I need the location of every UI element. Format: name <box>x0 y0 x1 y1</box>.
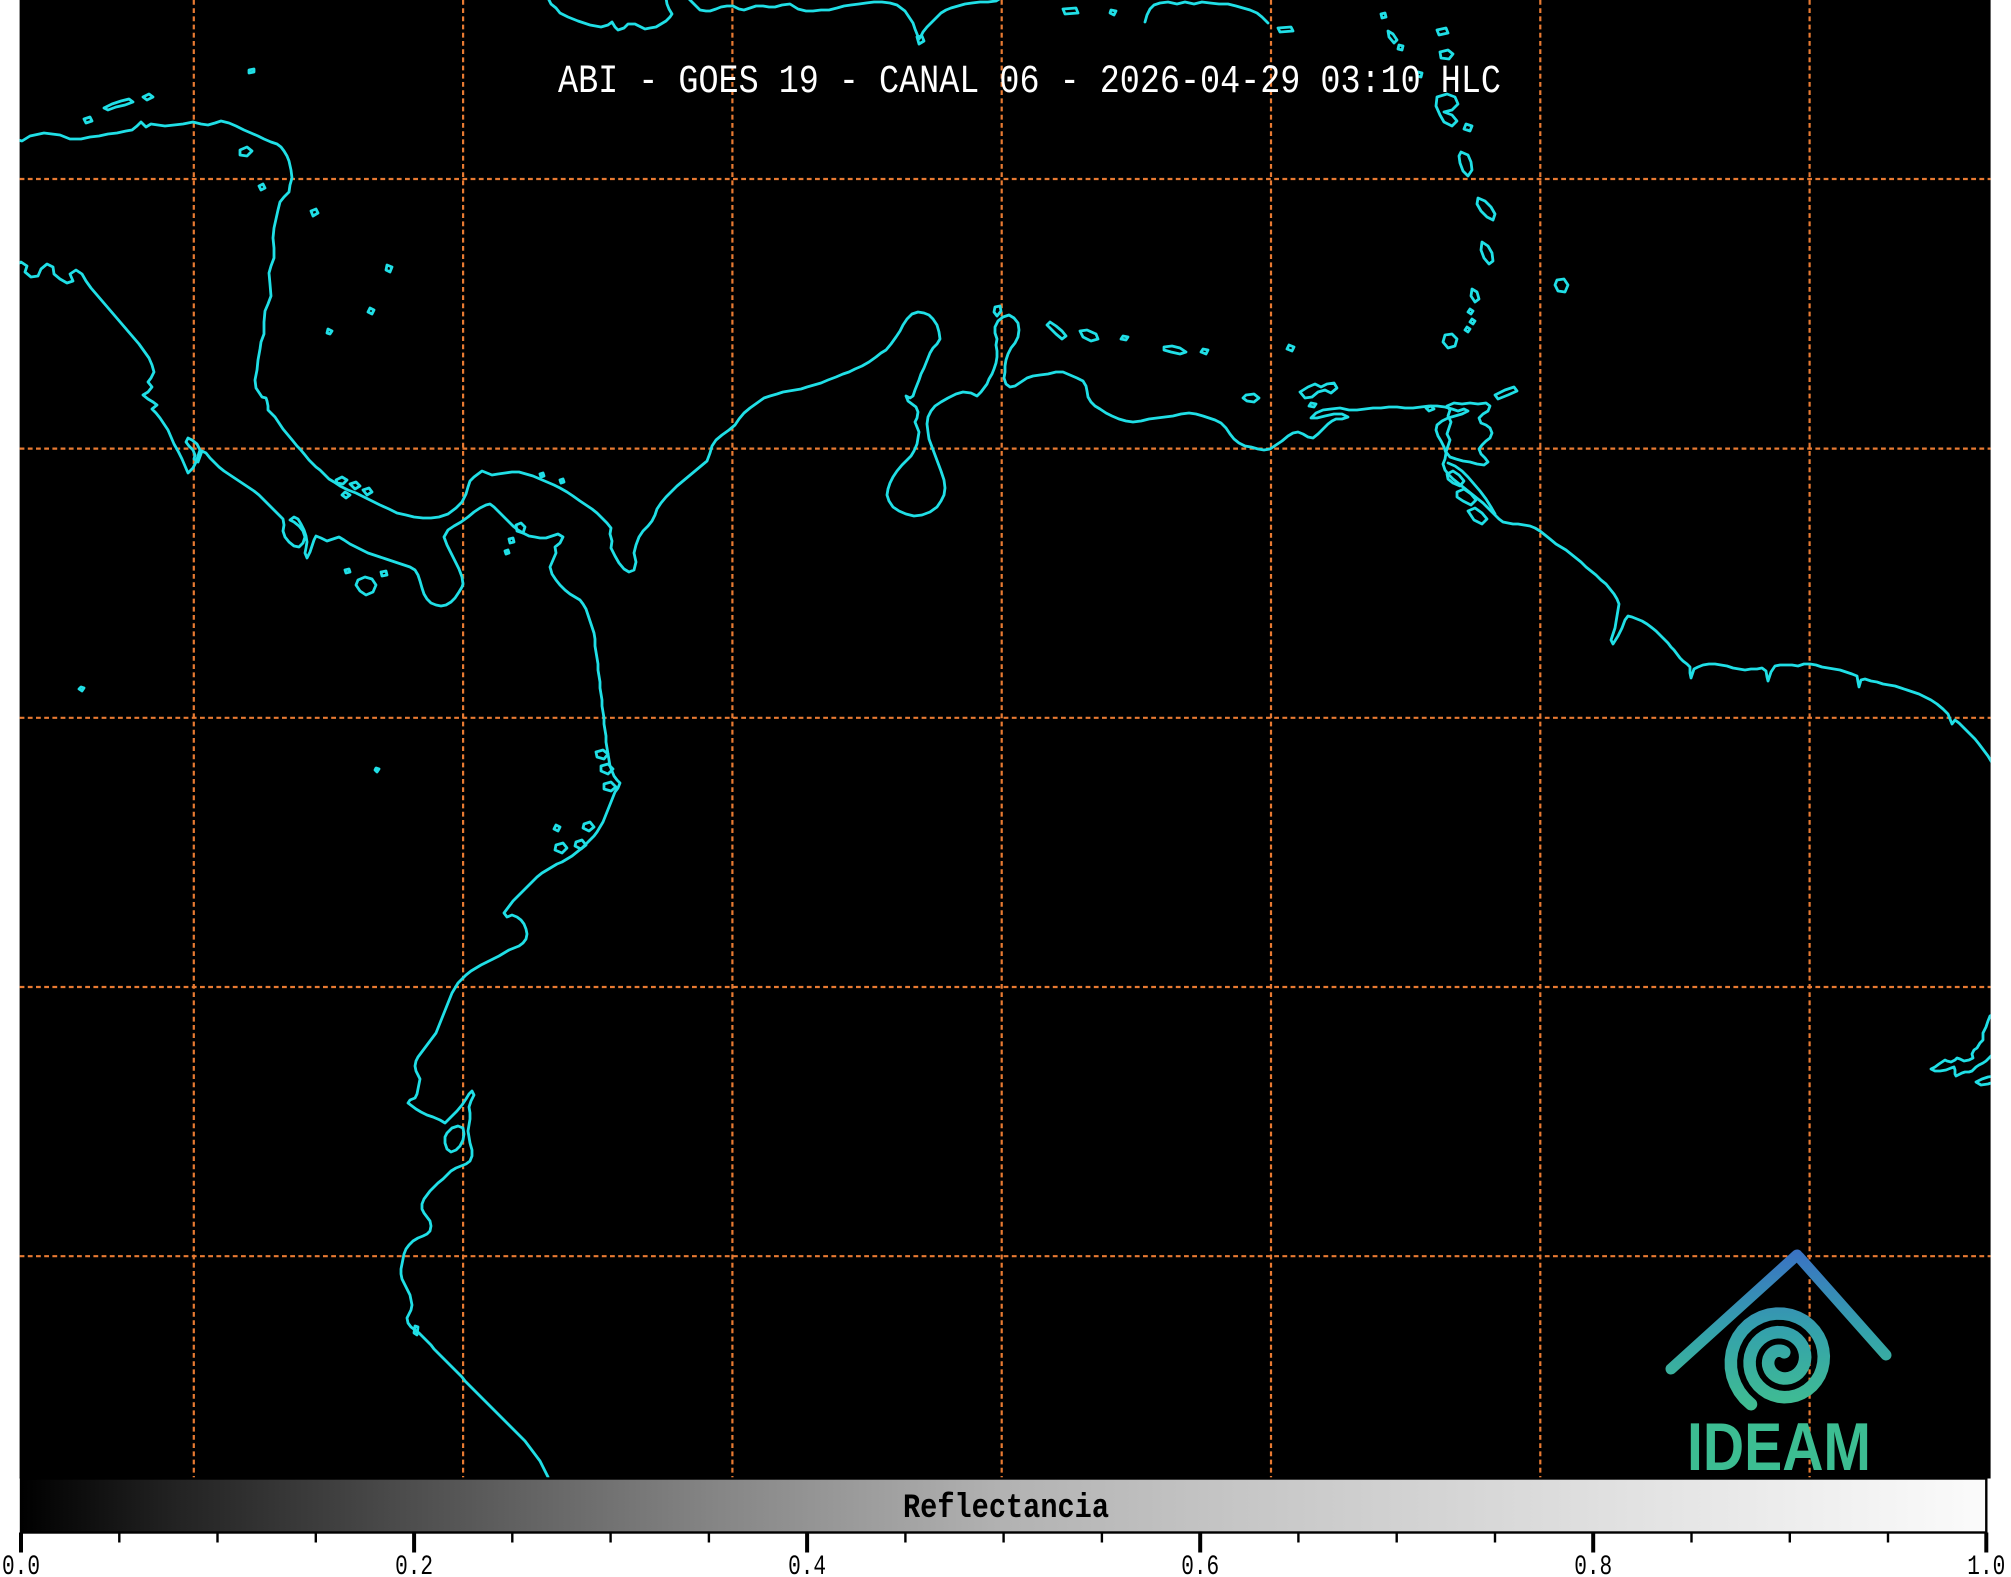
svg-text:0.2: 0.2 <box>395 1552 433 1577</box>
svg-text:Reflectancia: Reflectancia <box>903 1490 1109 1528</box>
svg-text:1.0: 1.0 <box>1967 1552 2005 1577</box>
svg-text:0.4: 0.4 <box>788 1552 826 1577</box>
svg-text:0.6: 0.6 <box>1181 1552 1219 1577</box>
svg-text:0.8: 0.8 <box>1574 1552 1612 1577</box>
svg-text:0.0: 0.0 <box>2 1552 40 1577</box>
svg-text:IDEAM: IDEAM <box>1687 1409 1871 1485</box>
svg-text:ABI - GOES 19 - CANAL 06 - 202: ABI - GOES 19 - CANAL 06 - 2026-04-29 03… <box>558 60 1501 105</box>
